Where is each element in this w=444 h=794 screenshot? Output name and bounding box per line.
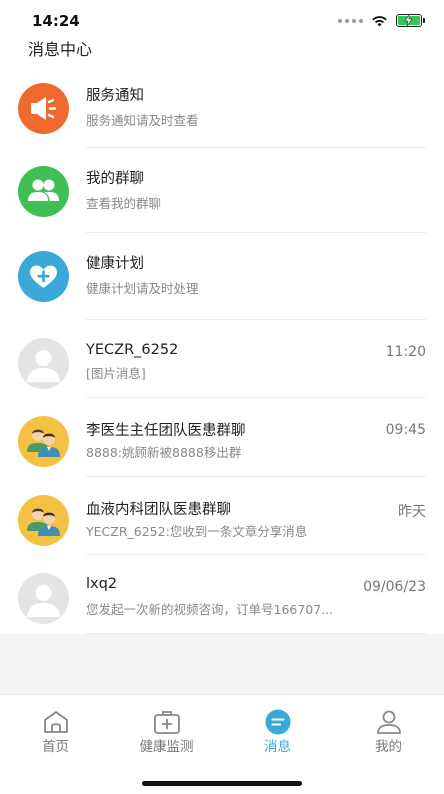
tab-home[interactable]: 首页 [0, 695, 111, 759]
item-time: 09:45 [385, 422, 426, 438]
message-list: 服务通知 服务通知请及时查看 我的群聊 查看我的群聊 健康计划 健康计划请及时处… [0, 62, 444, 634]
tab-label: 健康监测 [139, 739, 194, 755]
divider [86, 232, 426, 233]
profile-icon [376, 710, 401, 734]
wifi-icon [372, 15, 387, 26]
item-time: 09/06/23 [363, 579, 426, 595]
item-title: YECZR_6252 [86, 342, 179, 358]
doctor-team-icon [18, 416, 69, 467]
home-indicator [142, 781, 302, 786]
message-icon [265, 709, 290, 735]
battery-icon [396, 14, 425, 27]
list-item-health-plan[interactable]: 健康计划 健康计划请及时处理 [0, 237, 444, 316]
divider [86, 476, 426, 477]
item-subtitle: 服务通知请及时查看 [86, 113, 199, 128]
divider [86, 147, 426, 148]
list-item-group-chat[interactable]: 李医生主任团队医患群聊 8888:姚顾新被8888移出群 09:45 [0, 402, 444, 481]
item-title: 李医生主任团队医患群聊 [86, 423, 246, 439]
tab-label: 首页 [42, 739, 69, 755]
group-icon [18, 166, 69, 217]
divider [86, 397, 426, 398]
item-subtitle: 您发起一次新的视频咨询，订单号166707... [86, 602, 334, 617]
heart-plus-icon [18, 251, 69, 302]
screen: 14:24 消息中心 服务通知 服务通知请及时查看 我的群聊 查看我的群聊 健康… [0, 0, 444, 794]
status-bar: 14:24 [0, 0, 444, 36]
divider [86, 554, 426, 555]
signal-icon [338, 18, 363, 23]
tab-messages[interactable]: 消息 [222, 695, 333, 759]
item-subtitle: 8888:姚顾新被8888移出群 [86, 445, 242, 460]
status-time: 14:24 [32, 12, 80, 30]
default-avatar-icon [18, 573, 69, 624]
item-title: 服务通知 [86, 88, 144, 104]
divider [86, 633, 426, 634]
tab-label: 我的 [375, 739, 402, 755]
item-title: 健康计划 [86, 256, 144, 272]
list-item-service-notice[interactable]: 服务通知 服务通知请及时查看 [0, 69, 444, 148]
item-subtitle: [图片消息] [86, 366, 146, 381]
item-subtitle: YECZR_6252:您收到一条文章分享消息 [86, 524, 308, 539]
page-title: 消息中心 [28, 40, 93, 59]
tab-bar: 首页 健康监测 消息 我的 [0, 694, 444, 794]
tab-label: 消息 [264, 739, 291, 755]
list-item-my-groups[interactable]: 我的群聊 查看我的群聊 [0, 152, 444, 231]
item-time: 11:20 [385, 344, 426, 360]
default-avatar-icon [18, 338, 69, 389]
header: 消息中心 [0, 36, 444, 62]
list-item-group-chat[interactable]: 血液内科团队医患群聊 YECZR_6252:您收到一条文章分享消息 昨天 [0, 481, 444, 560]
item-title: lxq2 [86, 576, 118, 592]
status-icons [338, 14, 425, 27]
item-title: 血液内科团队医患群聊 [86, 502, 231, 518]
doctor-team-icon [18, 495, 69, 546]
list-item-chat[interactable]: lxq2 您发起一次新的视频咨询，订单号166707... 09/06/23 [0, 559, 444, 638]
megaphone-icon [18, 83, 69, 134]
divider [86, 319, 426, 320]
item-time: 昨天 [398, 504, 426, 520]
home-icon [43, 711, 68, 733]
item-title: 我的群聊 [86, 171, 144, 187]
list-item-chat[interactable]: YECZR_6252 [图片消息] 11:20 [0, 324, 444, 403]
medical-kit-icon [153, 711, 180, 734]
item-subtitle: 查看我的群聊 [86, 196, 162, 211]
tab-profile[interactable]: 我的 [333, 695, 444, 759]
tab-health-monitor[interactable]: 健康监测 [111, 695, 222, 759]
item-subtitle: 健康计划请及时处理 [86, 281, 199, 296]
